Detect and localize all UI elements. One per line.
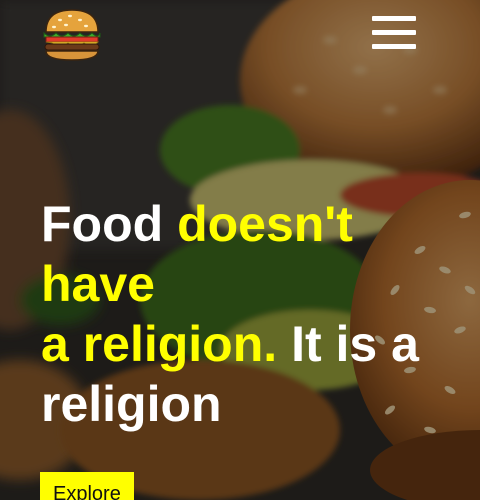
menu-bar-top [372, 16, 416, 21]
explore-button[interactable]: Explore [40, 472, 134, 500]
hero-section: Food doesn't have a religion. It is a rel… [0, 0, 480, 500]
headline-part-1: Food [41, 196, 178, 252]
burger-logo-icon[interactable] [40, 6, 104, 62]
hero-headline: Food doesn't have a religion. It is a rel… [41, 194, 461, 434]
menu-bar-bottom [372, 44, 416, 49]
headline-part-3: a religion. [41, 316, 278, 372]
menu-bar-middle [372, 30, 416, 35]
hamburger-menu-icon[interactable] [370, 14, 418, 52]
